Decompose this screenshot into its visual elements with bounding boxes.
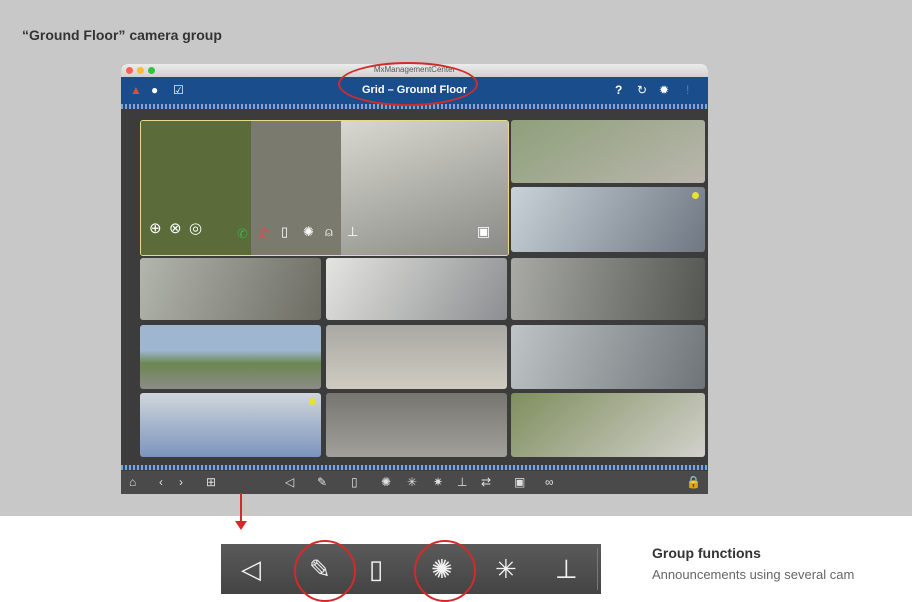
microphone-icon[interactable]: ✎	[317, 475, 327, 489]
camera-hallway[interactable]	[511, 187, 705, 252]
pointer-arrow-head	[235, 521, 247, 530]
help-icon[interactable]: ?	[615, 84, 622, 96]
home-icon[interactable]: ⌂	[129, 475, 136, 489]
speaker-icon[interactable]: ◁	[241, 554, 261, 584]
group-functions-title: Group functions	[652, 545, 761, 561]
snapshot-icon[interactable]: ▣	[514, 475, 525, 489]
door-icon[interactable]: ▯	[351, 475, 358, 489]
pointer-arrow-line	[240, 493, 242, 523]
light-icon[interactable]: ✺	[303, 224, 314, 240]
link-icon[interactable]: ∞	[545, 475, 554, 489]
light-disabled-icon[interactable]: ✷	[433, 475, 443, 489]
layout-icon[interactable]: ⊞	[206, 475, 216, 489]
toolbar-separator	[597, 548, 598, 590]
camera-office-1[interactable]	[140, 258, 321, 320]
light-off-icon[interactable]: ✳	[495, 554, 517, 584]
microphone-highlight-ring	[294, 540, 356, 602]
back-icon[interactable]: ‹	[159, 475, 163, 489]
camera-large-staircase[interactable]: ⊕ ⊗ ◎ ✆ ✆ ▯ ✺ ⍝ ⊥ ▣	[140, 120, 509, 256]
group-function-toolbar: ◁ ✎ ▯ ✺ ✳ ⊥	[221, 544, 601, 594]
camera-lecture-hall[interactable]	[326, 325, 507, 389]
camera-outdoor-parking[interactable]	[511, 120, 705, 183]
door-icon[interactable]: ▯	[281, 224, 288, 240]
light-highlight-ring	[414, 540, 476, 602]
camera-office-2[interactable]	[140, 393, 321, 457]
door-icon[interactable]: ▯	[369, 554, 383, 584]
camera-lobby[interactable]	[326, 393, 507, 457]
snapshot-icon[interactable]: ▣	[477, 223, 490, 240]
camera-grid: ⊕ ⊗ ◎ ✆ ✆ ▯ ✺ ⍝ ⊥ ▣	[140, 120, 706, 460]
camera-group-caption: “Ground Floor” camera group	[22, 27, 222, 43]
zoom-in-icon[interactable]: ⊕	[149, 219, 162, 237]
thermometer-icon[interactable]: ⊥	[457, 475, 467, 489]
settings-icon[interactable]: ✹	[659, 84, 669, 96]
camera-outdoor-lake[interactable]	[140, 325, 321, 389]
bottom-toolbar: ⌂ ‹ › ⊞ ◁ ✎ ▯ ✺ ✳ ✷ ⊥ ⇄ ▣ ∞ 🔒	[121, 471, 708, 494]
camera-facade[interactable]	[511, 258, 705, 320]
refresh-icon[interactable]: ↻	[637, 84, 647, 96]
thermometer-icon[interactable]: ⊥	[555, 554, 578, 584]
camera-atrium[interactable]	[326, 258, 507, 320]
forward-icon[interactable]: ›	[179, 475, 183, 489]
circle-icon[interactable]: ◎	[189, 219, 202, 237]
info-icon[interactable]: !	[686, 84, 689, 96]
lock-icon[interactable]: 🔒	[686, 475, 701, 489]
view-title-highlight-ring	[338, 62, 478, 106]
switch-icon[interactable]: ⇄	[481, 475, 491, 489]
app-window: MxManagementCenter ▲ ● ☑ Grid – Ground F…	[121, 64, 708, 494]
bottom-divider-stripe[interactable]	[121, 465, 708, 470]
phone-accept-icon[interactable]: ✆	[237, 226, 248, 242]
bell-icon[interactable]: ⍝	[325, 224, 333, 240]
light-icon[interactable]: ✺	[381, 475, 391, 489]
thermometer-icon[interactable]: ⊥	[347, 224, 358, 240]
camera-staircase-2[interactable]	[511, 393, 705, 457]
light-off-icon[interactable]: ✳	[407, 475, 417, 489]
camera-parking-lot[interactable]	[511, 325, 705, 389]
group-functions-description: Announcements using several cam	[652, 567, 855, 582]
phone-hangup-icon[interactable]: ✆	[259, 226, 270, 242]
speaker-icon[interactable]: ◁	[285, 475, 294, 489]
ptz-icon[interactable]: ⊗	[169, 219, 182, 237]
